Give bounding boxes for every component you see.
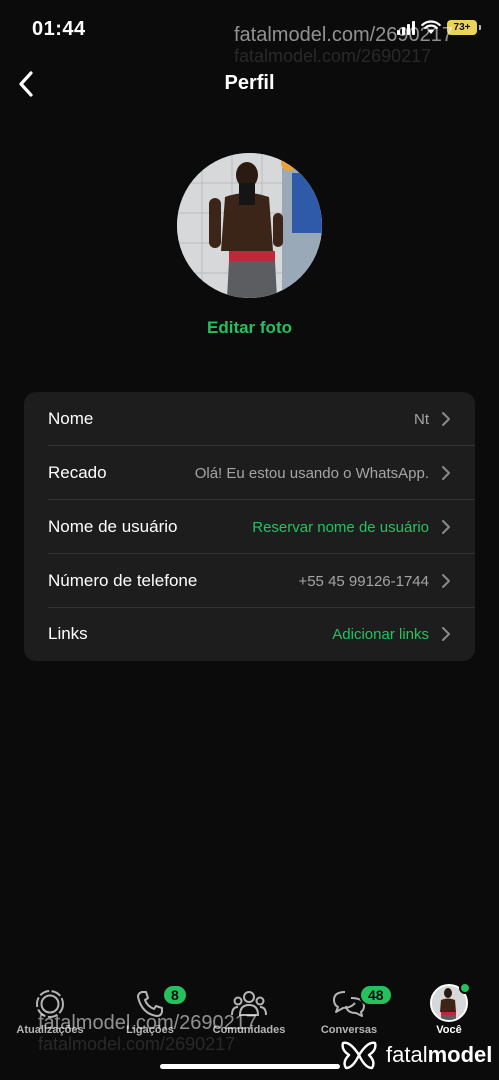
watermark-url-top-ghost: fatalmodel.com/2690217 [234, 46, 432, 66]
online-status-dot [459, 982, 471, 994]
profile-photo-image [177, 153, 322, 298]
calls-badge: 8 [162, 984, 188, 1006]
watermark-logo-light: fatal [386, 1042, 428, 1067]
profile-photo[interactable] [177, 153, 322, 298]
field-value: Reservar nome de usuário [252, 518, 429, 536]
watermark-logo-bold: model [427, 1042, 493, 1067]
chevron-right-icon [442, 520, 450, 534]
tab-label: Conversas [320, 1024, 378, 1036]
field-label: Recado [48, 463, 107, 482]
field-label: Nome de usuário [48, 517, 178, 536]
field-value: Olá! Eu estou usando o WhatsApp. [194, 464, 429, 482]
home-indicator[interactable] [160, 1064, 340, 1069]
field-label: Links [48, 624, 88, 643]
field-row-name[interactable]: Nome Nt [24, 392, 475, 446]
watermark-url-bottom-ghost: fatalmodel.com/2690217 [38, 1034, 236, 1054]
page-title: Perfil [224, 72, 275, 94]
chevron-right-icon [442, 466, 450, 480]
status-time: 01:44 [32, 18, 86, 40]
field-row-about[interactable]: Recado Olá! Eu estou usando o WhatsApp. [24, 446, 475, 500]
watermark-logo-text: fatalmodel [386, 1042, 492, 1068]
watermark-url-bottom: fatalmodel.com/2690217 [38, 1012, 258, 1034]
field-value: Adicionar links [332, 625, 429, 643]
field-label: Nome [48, 409, 94, 428]
tab-chats[interactable]: 48 Conversas [299, 984, 399, 1042]
watermark-url-top: fatalmodel.com/2690217 [234, 24, 454, 46]
field-value: Nt [414, 410, 429, 428]
chevron-right-icon [442, 574, 450, 588]
chats-badge: 48 [359, 984, 393, 1006]
profile-fields-card: Nome Nt Recado Olá! Eu estou usando o Wh… [24, 392, 475, 661]
tab-you[interactable]: Você [399, 982, 499, 1042]
butterfly-icon [341, 1041, 377, 1070]
field-row-username[interactable]: Nome de usuário Reservar nome de usuário [24, 500, 475, 554]
tab-label: Você [436, 1024, 462, 1036]
field-value: +55 45 99126-1744 [298, 572, 429, 590]
field-row-links[interactable]: Links Adicionar links [24, 607, 475, 661]
field-row-phone[interactable]: Número de telefone +55 45 99126-1744 [24, 554, 475, 608]
watermark-logo: fatalmodel [340, 1040, 492, 1070]
edit-photo-link[interactable]: Editar foto [0, 318, 499, 338]
field-label: Número de telefone [48, 571, 198, 590]
chevron-right-icon [442, 412, 450, 426]
chevron-right-icon [442, 627, 450, 641]
